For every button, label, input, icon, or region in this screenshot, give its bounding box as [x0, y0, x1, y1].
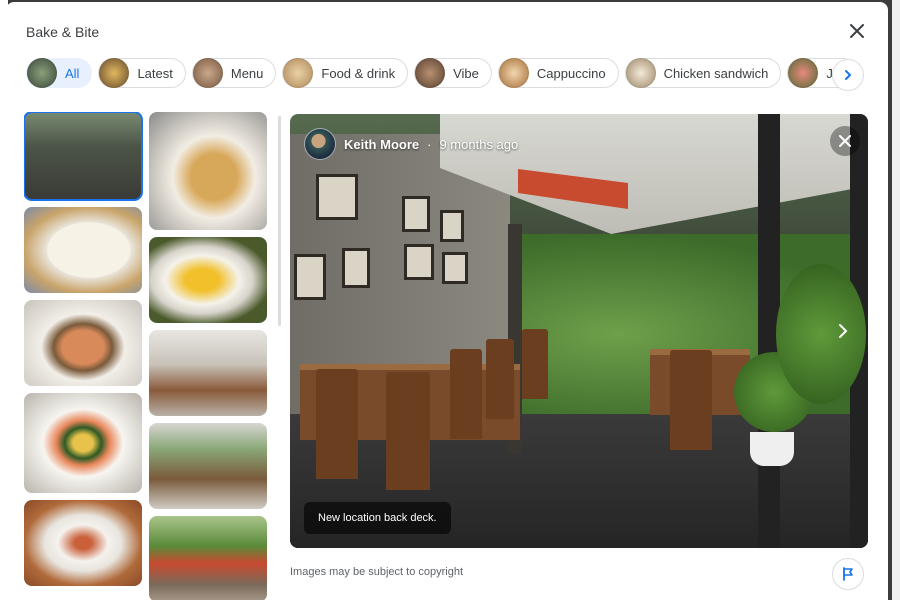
- chip-thumbnail: [625, 58, 656, 88]
- chip-label: Food & drink: [321, 65, 396, 81]
- modal-close-button[interactable]: [846, 20, 868, 42]
- author-name[interactable]: Keith Moore: [344, 137, 419, 152]
- chip-thumbnail: [27, 58, 57, 88]
- chip-food-and-drink[interactable]: Food & drink: [282, 58, 409, 88]
- photo-caption: New location back deck.: [304, 502, 451, 534]
- background-page-right: [892, 0, 900, 600]
- photo-thumbnail-counter[interactable]: [149, 423, 267, 509]
- thumbnail-column: [149, 112, 267, 600]
- photo-chair: [450, 349, 482, 439]
- photo-thumbnail-sandwich-fries[interactable]: [149, 112, 267, 230]
- photo-thumbnail-rice-plate[interactable]: [24, 500, 142, 586]
- chip-label: Menu: [230, 65, 264, 81]
- chip-label: Cappuccino: [536, 65, 606, 81]
- chip-all[interactable]: All: [26, 58, 93, 88]
- chip-thumbnail: [99, 58, 130, 88]
- photo-wall-frame: [440, 210, 464, 242]
- photo-wall-frame: [316, 174, 358, 220]
- photo-thumbnail-eggs-benedict[interactable]: [149, 237, 267, 323]
- chip-menu[interactable]: Menu: [191, 58, 277, 88]
- photo-chair: [522, 329, 548, 399]
- chip-thumbnail: [192, 58, 223, 88]
- chip-thumbnail: [788, 58, 819, 88]
- photo-thumbnail-grid: [24, 112, 274, 600]
- author-avatar[interactable]: [304, 128, 336, 160]
- flag-icon: [843, 567, 853, 581]
- chip-thumbnail: [283, 58, 314, 88]
- place-title: Bake & Bite: [26, 24, 100, 40]
- chips-next-button[interactable]: [832, 59, 864, 91]
- chip-label: Chicken sandwich: [663, 65, 769, 81]
- chip-label: All: [65, 65, 80, 81]
- chip-thumbnail: [415, 58, 446, 88]
- photo-thumbnail-deck-selected[interactable]: [24, 112, 143, 201]
- photo-thumbnail-toast[interactable]: [24, 300, 142, 386]
- chip-thumbnail: [498, 58, 529, 88]
- chevron-right-icon: [839, 324, 848, 338]
- photo-author-header: Keith Moore · 9 months ago: [304, 128, 518, 160]
- photo-thumbnail-exterior[interactable]: [149, 516, 267, 600]
- copyright-notice: Images may be subject to copyright: [290, 566, 464, 578]
- photo-viewer: Keith Moore · 9 months ago New location …: [290, 114, 868, 548]
- close-icon: [850, 24, 864, 38]
- photo-thumbnail-interior[interactable]: [149, 330, 267, 416]
- chip-chicken-sandwich[interactable]: Chicken sandwich: [624, 58, 782, 88]
- next-photo-button[interactable]: [828, 314, 858, 348]
- photo-chair: [486, 339, 514, 419]
- photo-wall-frame: [402, 196, 430, 232]
- photo-thumbnail-wraps[interactable]: [24, 207, 142, 293]
- photo-wall-frame: [404, 244, 434, 280]
- thumbnail-column: [24, 112, 143, 593]
- photo-wall-frame: [294, 254, 326, 300]
- photo-chair: [386, 372, 430, 490]
- gallery-scrollbar[interactable]: [278, 116, 281, 326]
- photo-age: 9 months ago: [439, 136, 519, 152]
- photo-thumbnail-salmon-omelette[interactable]: [24, 393, 142, 493]
- chip-latest[interactable]: Latest: [98, 58, 186, 88]
- viewer-close-button[interactable]: [830, 126, 860, 156]
- chip-label: Latest: [137, 65, 173, 81]
- close-icon: [839, 135, 851, 147]
- photo-chair: [670, 350, 712, 450]
- chip-label: Vibe: [453, 65, 479, 81]
- photo-chair: [316, 369, 358, 479]
- category-chips: All Latest Menu Food & drink Vibe Cappuc…: [26, 58, 846, 92]
- chip-cappuccino[interactable]: Cappuccino: [497, 58, 619, 88]
- photo-gallery-modal: Bake & Bite All Latest Menu Food & drink…: [6, 2, 888, 600]
- photo-wall-frame: [442, 252, 468, 284]
- chevron-right-icon: [845, 70, 852, 80]
- photo-plant-pot: [750, 432, 794, 466]
- separator-dot: ·: [427, 136, 432, 152]
- report-photo-button[interactable]: [832, 558, 864, 590]
- photo-wall-frame: [342, 248, 370, 288]
- chip-vibe[interactable]: Vibe: [414, 58, 492, 88]
